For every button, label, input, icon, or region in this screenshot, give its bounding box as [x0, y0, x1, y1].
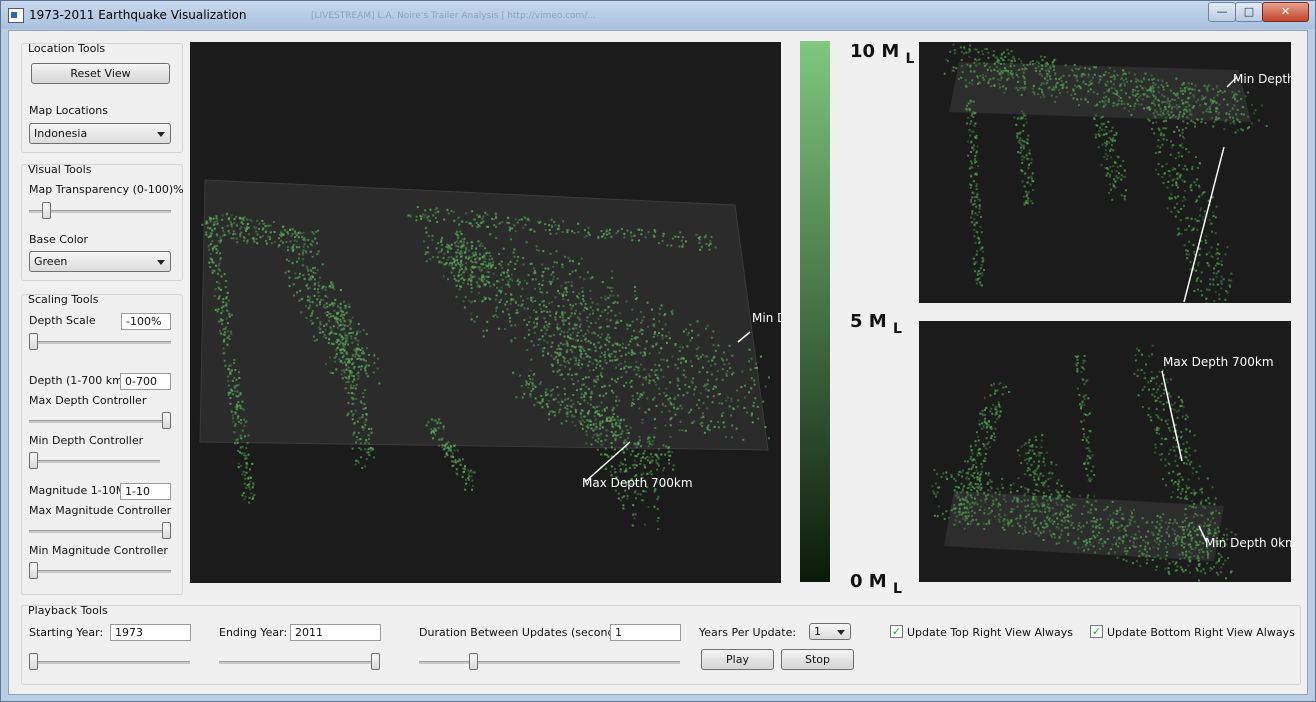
update-top-right-label: Update Top Right View Always — [907, 626, 1074, 639]
title-bar[interactable]: 1973-2011 Earthquake Visualization [LIVE… — [1, 1, 1315, 29]
update-bottom-right-label: Update Bottom Right View Always — [1107, 626, 1295, 639]
chevron-down-icon — [837, 630, 845, 635]
slider-handle[interactable] — [29, 452, 38, 469]
starting-year-field[interactable]: 1973 — [110, 624, 191, 641]
depth-range-label: Depth (1-700 km) — [29, 374, 128, 387]
map-transparency-slider[interactable] — [29, 201, 171, 221]
ending-year-slider[interactable] — [219, 652, 380, 672]
slider-handle[interactable] — [469, 653, 478, 670]
depth-range-field[interactable]: 0-700 — [120, 373, 171, 390]
min-magnitude-controller-label: Min Magnitude Controller — [29, 544, 168, 557]
depth-scale-field[interactable]: -100% — [121, 313, 171, 330]
scale-bottom-label: 0 M L — [850, 571, 902, 597]
slider-track — [419, 661, 680, 664]
visual-tools-group: Visual Tools Map Transparency (0-100)% B… — [21, 163, 184, 281]
map-locations-select[interactable]: Indonesia — [29, 123, 171, 144]
max-magnitude-slider[interactable] — [29, 521, 171, 541]
maximize-button[interactable]: □ — [1235, 2, 1263, 22]
slider-track — [29, 341, 171, 344]
min-depth-controller-label: Min Depth Controller — [29, 434, 144, 447]
magnitude-range-label: Magnitude 1-10ML — [29, 484, 132, 497]
visual-tools-title: Visual Tools — [28, 163, 92, 176]
magnitude-color-scale — [800, 41, 830, 582]
slider-track — [29, 661, 190, 664]
map-transparency-label: Map Transparency (0-100)% — [29, 183, 184, 196]
minimize-button[interactable]: — — [1208, 2, 1236, 22]
scaling-tools-group: Scaling Tools Depth Scale -100% Depth (1… — [21, 293, 183, 595]
ending-year-field[interactable]: 2011 — [290, 624, 381, 641]
main-3d-view[interactable]: Min D Max Depth 700km — [190, 42, 781, 583]
max-depth-slider[interactable] — [29, 411, 171, 431]
window-title: 1973-2011 Earthquake Visualization — [29, 8, 247, 22]
top-right-3d-view[interactable]: Min Depth — [919, 42, 1291, 303]
slider-handle[interactable] — [29, 333, 38, 350]
app-window: 1973-2011 Earthquake Visualization [LIVE… — [0, 0, 1316, 702]
slider-handle[interactable] — [42, 202, 51, 219]
bottom-right-3d-view[interactable]: Max Depth 700km Min Depth 0km — [919, 321, 1291, 582]
top-right-min-depth-label: Min Depth — [1233, 72, 1291, 86]
min-magnitude-slider[interactable] — [29, 561, 171, 581]
location-tools-group: Location Tools Reset View Map Locations … — [21, 42, 183, 153]
years-per-update-value: 1 — [814, 625, 821, 638]
scale-mid-label: 5 M L — [850, 311, 902, 337]
depth-scale-label: Depth Scale — [29, 314, 96, 327]
base-color-value: Green — [34, 255, 68, 268]
playback-tools-group: Playback Tools Starting Year: 1973 Endin… — [21, 604, 1301, 685]
map-locations-label: Map Locations — [29, 104, 108, 117]
main-client-area: Location Tools Reset View Map Locations … — [8, 30, 1308, 695]
main-min-depth-label: Min D — [752, 311, 781, 325]
years-per-update-select[interactable]: 1 — [809, 623, 851, 640]
close-icon: ✕ — [1280, 5, 1291, 18]
slider-track — [29, 420, 171, 423]
minimize-icon: — — [1216, 5, 1228, 18]
update-bottom-right-checkbox[interactable]: ✓ — [1090, 625, 1103, 638]
update-top-right-checkbox[interactable]: ✓ — [890, 625, 903, 638]
slider-track — [29, 570, 171, 573]
slider-track — [29, 460, 160, 463]
duration-slider[interactable] — [419, 652, 680, 672]
base-color-select[interactable]: Green — [29, 251, 171, 272]
slider-handle[interactable] — [371, 653, 380, 670]
duration-label: Duration Between Updates (seconds): — [419, 626, 629, 639]
location-tools-title: Location Tools — [28, 42, 106, 55]
max-depth-controller-label: Max Depth Controller — [29, 394, 147, 407]
slider-handle[interactable] — [162, 412, 171, 429]
slider-handle[interactable] — [29, 562, 38, 579]
starting-year-label: Starting Year: — [29, 626, 104, 639]
depth-scale-slider[interactable] — [29, 332, 171, 352]
scale-top-label: 10 M L — [850, 41, 915, 67]
magnitude-range-field[interactable]: 1-10 — [120, 483, 171, 500]
starting-year-slider[interactable] — [29, 652, 190, 672]
playback-tools-title: Playback Tools — [28, 604, 108, 617]
slider-handle[interactable] — [29, 653, 38, 670]
min-depth-slider[interactable] — [29, 451, 160, 471]
main-max-depth-label: Max Depth 700km — [582, 476, 693, 490]
app-icon — [8, 8, 24, 23]
chevron-down-icon — [157, 260, 165, 265]
map-locations-value: Indonesia — [34, 127, 88, 140]
close-button[interactable]: ✕ — [1262, 2, 1309, 22]
scaling-tools-title: Scaling Tools — [28, 293, 99, 306]
background-window-title: [LIVESTREAM] L.A. Noire's Trailer Analys… — [311, 11, 596, 21]
reset-view-button[interactable]: Reset View — [31, 63, 170, 84]
stop-button[interactable]: Stop — [781, 649, 854, 670]
years-per-update-label: Years Per Update: — [699, 626, 797, 639]
play-button[interactable]: Play — [701, 649, 774, 670]
chevron-down-icon — [157, 132, 165, 137]
earthquake-map-render — [199, 179, 770, 531]
slider-handle[interactable] — [162, 522, 171, 539]
bottom-right-max-depth-label: Max Depth 700km — [1163, 355, 1274, 369]
slider-track — [219, 661, 380, 664]
max-magnitude-controller-label: Max Magnitude Controller — [29, 504, 172, 517]
maximize-icon: □ — [1243, 5, 1255, 18]
duration-field[interactable]: 1 — [610, 624, 681, 641]
base-color-label: Base Color — [29, 233, 89, 246]
bottom-right-min-depth-label: Min Depth 0km — [1205, 536, 1291, 550]
ending-year-label: Ending Year: — [219, 626, 288, 639]
slider-track — [29, 530, 171, 533]
